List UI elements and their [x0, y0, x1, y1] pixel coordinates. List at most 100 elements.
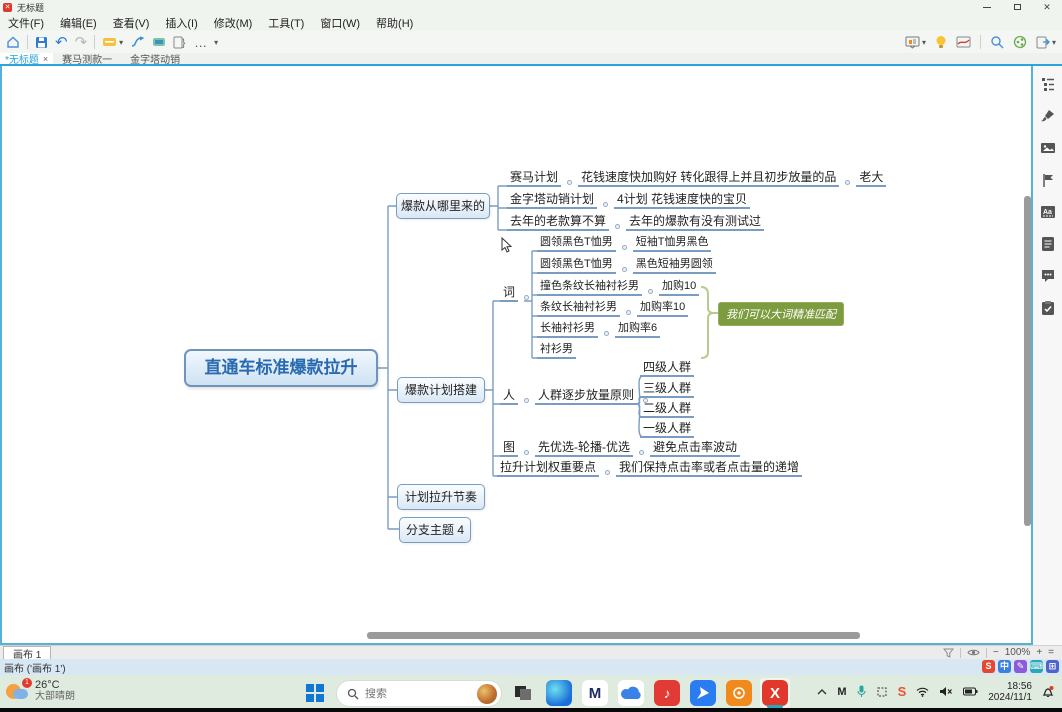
zoom-fit-button[interactable]: =	[1048, 647, 1054, 658]
relationship-icon[interactable]	[130, 36, 145, 48]
menu-window[interactable]: 窗口(W)	[312, 15, 368, 31]
taskbar-app-cloud[interactable]	[616, 678, 646, 708]
menu-file[interactable]: 文件(F)	[0, 15, 52, 31]
more-icon[interactable]: …	[194, 35, 207, 50]
tab-close-icon[interactable]: ×	[43, 54, 48, 64]
subtopic[interactable]: 赛马计划	[507, 170, 561, 187]
subtopic[interactable]: 金字塔动销计划	[507, 192, 597, 209]
font-icon[interactable]: Aa	[1040, 204, 1056, 220]
weather-widget[interactable]: 1 26°C 大部晴朗	[6, 679, 75, 703]
tray-snip-icon[interactable]	[876, 686, 888, 698]
topic-branch-4[interactable]: 分支主题 4	[399, 517, 471, 543]
menu-help[interactable]: 帮助(H)	[368, 15, 421, 31]
home-icon[interactable]	[6, 35, 20, 49]
subtopic[interactable]: 衬衫男	[537, 342, 576, 359]
ime-pen-icon[interactable]: ✎	[1014, 660, 1027, 673]
menu-view[interactable]: 查看(V)	[105, 15, 158, 31]
green-callout[interactable]: 我们可以大词精准匹配	[718, 302, 844, 326]
tray-mic-icon[interactable]	[857, 685, 866, 698]
filter-icon[interactable]	[943, 648, 954, 658]
tab-saima[interactable]: 赛马测款一	[53, 53, 121, 64]
taskbar-app-mindmap-active[interactable]: X	[760, 678, 790, 708]
maximize-button[interactable]	[1002, 0, 1032, 14]
close-button[interactable]: ✕	[1032, 0, 1062, 14]
collapse-dot[interactable]	[626, 310, 631, 315]
subtopic[interactable]: 拉升计划权重要点	[497, 460, 599, 477]
start-button[interactable]	[300, 678, 330, 708]
task-view-button[interactable]	[508, 678, 538, 708]
subtopic[interactable]: 一级人群	[640, 421, 694, 438]
collapse-dot[interactable]	[615, 224, 620, 229]
subtopic[interactable]: 避免点击率波动	[650, 440, 740, 457]
ime-toolbox-icon[interactable]: ⊞	[1046, 660, 1059, 673]
tray-chevron-icon[interactable]	[817, 689, 827, 695]
menu-tools[interactable]: 工具(T)	[260, 15, 312, 31]
tray-clock[interactable]: 18:56 2024/11/1	[988, 681, 1032, 703]
comment-icon[interactable]	[1040, 268, 1056, 284]
subtopic[interactable]: 加购率10	[637, 300, 688, 317]
zoom-out-button[interactable]: −	[993, 647, 999, 658]
flag-icon[interactable]	[1040, 172, 1056, 188]
vertical-scrollbar[interactable]	[1024, 196, 1031, 526]
subtopic[interactable]: 长袖衬衫男	[537, 321, 598, 338]
search-icon[interactable]	[990, 35, 1004, 49]
canvas-tab[interactable]: 画布 1	[3, 646, 51, 659]
taskbar-app-blue[interactable]	[688, 678, 718, 708]
collapse-dot[interactable]	[524, 295, 529, 300]
collapse-dot[interactable]	[845, 180, 850, 185]
subtopic[interactable]: 4计划 花钱速度快的宝贝	[614, 192, 750, 209]
subtopic[interactable]: 老大	[856, 170, 886, 187]
tab-jinzita[interactable]: 金字塔动销	[121, 53, 189, 64]
horizontal-scrollbar[interactable]	[367, 632, 860, 639]
topic-where-from[interactable]: 爆款从哪里来的	[396, 193, 490, 219]
redo-icon[interactable]: ↷	[75, 36, 88, 49]
subtopic[interactable]: 我们保持点击率或者点击量的递增	[616, 460, 802, 477]
theme-icon[interactable]: ▾	[102, 36, 123, 48]
menu-edit[interactable]: 编辑(E)	[52, 15, 105, 31]
topic-plan-build[interactable]: 爆款计划搭建	[397, 377, 485, 403]
subtopic[interactable]: 圆领黑色T恤男	[537, 257, 616, 274]
collapse-dot[interactable]	[603, 202, 608, 207]
format-brush-icon[interactable]	[1040, 108, 1056, 124]
topic-plan-rhythm[interactable]: 计划拉升节奏	[397, 484, 485, 510]
wifi-icon[interactable]	[916, 687, 929, 697]
image-icon[interactable]	[1040, 140, 1056, 156]
brace-icon[interactable]: }	[173, 36, 187, 49]
outline-icon[interactable]	[1040, 76, 1056, 92]
subtopic[interactable]: 去年的爆款有没有测试过	[626, 214, 764, 231]
collapse-dot[interactable]	[605, 470, 610, 475]
collapse-dot[interactable]	[622, 267, 627, 272]
subtopic[interactable]: 三级人群	[640, 381, 694, 398]
search-input[interactable]	[365, 688, 461, 700]
notification-bell-icon[interactable]	[1042, 685, 1054, 698]
subtopic[interactable]: 去年的老款算不算	[507, 214, 609, 231]
subtopic[interactable]: 黑色短袖男圆领	[633, 257, 716, 274]
more-caret-icon[interactable]: ▾	[214, 38, 218, 47]
minimize-button[interactable]	[972, 0, 1002, 14]
export-icon[interactable]: ▾	[1036, 36, 1056, 49]
sogou-logo-icon[interactable]: S	[982, 660, 995, 673]
subtopic[interactable]: 短袖T恤男黑色	[633, 235, 712, 252]
tray-m-icon[interactable]: M	[837, 686, 846, 698]
subtopic[interactable]: 加购率6	[615, 321, 660, 338]
menu-modify[interactable]: 修改(M)	[206, 15, 261, 31]
walkthrough-icon[interactable]	[956, 36, 971, 48]
collapse-dot[interactable]	[639, 450, 644, 455]
collapse-dot[interactable]	[567, 180, 572, 185]
search-highlight-image[interactable]	[477, 684, 497, 704]
undo-icon[interactable]: ↶	[55, 36, 68, 49]
collapse-dot[interactable]	[524, 450, 529, 455]
zoom-in-button[interactable]: +	[1036, 647, 1042, 658]
task-icon[interactable]	[1040, 300, 1056, 316]
subtopic[interactable]: 词	[500, 285, 518, 302]
central-topic[interactable]: 直通车标准爆款拉升	[184, 349, 378, 387]
taskbar-app-m[interactable]: M	[580, 678, 610, 708]
save-icon[interactable]	[35, 36, 48, 49]
boundary-icon[interactable]	[152, 36, 166, 48]
subtopic[interactable]: 圆领黑色T恤男	[537, 235, 616, 252]
taskbar-app-edge[interactable]	[544, 678, 574, 708]
battery-icon[interactable]	[963, 687, 978, 696]
notes-icon[interactable]	[1040, 236, 1056, 252]
ime-chinese-icon[interactable]: 中	[998, 660, 1011, 673]
subtopic[interactable]: 四级人群	[640, 360, 694, 377]
